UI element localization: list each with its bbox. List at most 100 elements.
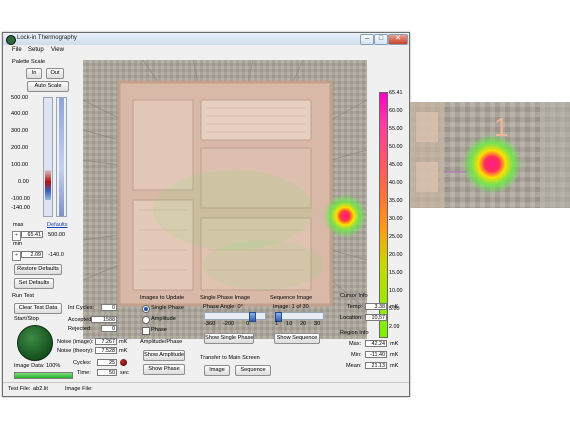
accepted-label: Accepted:	[68, 317, 93, 323]
menu-file[interactable]: File	[12, 47, 22, 53]
colorbar-label: 45.00	[389, 162, 403, 168]
status-divider	[3, 382, 409, 383]
cycle-indicator-icon	[120, 359, 127, 366]
phase-angle-slider-thumb[interactable]	[249, 312, 256, 322]
region-min-unit: mK	[390, 352, 399, 358]
single-phase-option-label: Single Phase	[151, 305, 184, 311]
transfer-sequence-button[interactable]: Sequence	[235, 365, 271, 376]
time-field[interactable]: 50	[97, 369, 117, 376]
palette-scale-label: Palette Scale	[12, 59, 45, 65]
menu-view[interactable]: View	[51, 47, 64, 53]
images-to-update-label: Images to Update	[140, 295, 185, 301]
transfer-image-button[interactable]: Image	[204, 365, 230, 376]
image-data-label: Image Data: 100%	[14, 363, 61, 369]
noise-theory-label: Noise (theory):	[57, 348, 94, 354]
min-value-field[interactable]: 2.09	[21, 251, 43, 258]
region-min-field: -11.40	[365, 351, 387, 358]
min-spinner[interactable]: ÷	[12, 251, 21, 261]
image-data-progress-fill	[15, 373, 72, 378]
start-stop-button[interactable]	[17, 325, 53, 361]
region-max-field: 42.24	[365, 340, 387, 347]
colorbar-label: 30.00	[389, 216, 403, 222]
in-button[interactable]: In	[26, 68, 42, 79]
phase-checkbox[interactable]	[142, 327, 150, 335]
scale-tick-label: -140.00	[11, 205, 30, 211]
amplitude-option-label: Amplitude	[151, 316, 176, 322]
cycles-label: Cycles:	[73, 360, 92, 366]
app-icon	[6, 35, 16, 45]
amplitude-phase-label: Amplitude/Phase	[140, 339, 183, 345]
phase-tick-label: -360	[204, 321, 216, 327]
show-single-phase-button[interactable]: Show Single Phase	[204, 333, 254, 344]
title-bar: Lock-in Thermography – □ ✕	[3, 33, 409, 45]
noise-theory-field: 7.528	[95, 347, 117, 354]
hotspot-marker	[323, 194, 367, 238]
phase-tick-label: -200	[223, 321, 235, 327]
max-default-value: 500.00	[48, 232, 66, 238]
window-title: Lock-in Thermography	[17, 35, 77, 41]
accepted-field: 1588	[91, 316, 117, 323]
noise-image-field: 7.267	[95, 338, 117, 345]
amplitude-radio[interactable]	[142, 316, 150, 324]
minimize-button[interactable]: –	[360, 34, 374, 45]
image-data-progress	[14, 372, 73, 379]
radio-selected-dot	[144, 307, 148, 311]
noise-image-unit: mK	[119, 339, 128, 345]
phase-angle-slider[interactable]	[204, 312, 266, 322]
colorbar-label: 20.00	[389, 252, 403, 258]
scale-tick-label: 200.00	[11, 145, 29, 151]
zoom-hotspot	[462, 134, 522, 194]
start-stop-label: Start/Stop	[14, 316, 39, 322]
phase-checkbox-label: Phase	[151, 327, 167, 333]
single-phase-radio[interactable]	[142, 305, 150, 313]
show-phase-button[interactable]: Show Phase	[143, 364, 185, 375]
single-phase-image-label: Single Phase Image	[200, 295, 251, 301]
scale-tick-label: 100.00	[11, 162, 29, 168]
temp-field: 3.38	[365, 303, 387, 310]
auto-scale-button[interactable]: Auto Scale	[27, 81, 69, 92]
show-amplitude-button[interactable]: Show Amplitude	[143, 350, 185, 361]
sequence-tick-label: 30	[314, 321, 321, 327]
max-spinner[interactable]: ÷	[12, 231, 21, 241]
defaults-link[interactable]: Defaults	[47, 222, 68, 228]
show-sequence-button[interactable]: Show Sequence	[274, 333, 320, 344]
sequence-image-counter: Image: 1 of 30	[273, 304, 309, 310]
sequence-slider[interactable]	[274, 312, 324, 322]
region-mean-label: Mean:	[346, 363, 362, 369]
palette-scale-axis: 500.00 400.00 300.00 200.00 100.00 0.00 …	[11, 95, 41, 215]
palette-slider-track[interactable]	[43, 97, 53, 217]
scale-tick-label: -100.00	[11, 196, 30, 202]
set-defaults-button[interactable]: Set Defaults	[14, 278, 54, 289]
scale-tick-label: 300.00	[11, 128, 29, 134]
min-default-value: -140.0	[48, 252, 64, 258]
colorbar-label: 65.41	[389, 90, 403, 96]
noise-image-label: Noise (image):	[57, 339, 94, 345]
phase-tick-label: 0	[246, 321, 250, 327]
cursor-info-label: Cursor Info	[340, 293, 368, 299]
menu-setup[interactable]: Setup	[28, 47, 44, 53]
cycles-field[interactable]: 25	[97, 359, 117, 366]
close-button[interactable]: ✕	[388, 34, 408, 45]
colorbar-label: 2.09	[389, 324, 400, 330]
app-window: Lock-in Thermography – □ ✕ File Setup Vi…	[2, 32, 410, 397]
restore-defaults-button[interactable]: Restore Defaults	[14, 264, 62, 275]
int-cycles-field[interactable]: 0	[101, 304, 117, 311]
location-label: Location:	[340, 315, 363, 321]
temp-label: Temp:	[347, 304, 363, 310]
region-info-label: Region Info	[340, 330, 369, 336]
scale-tick-label: 500.00	[11, 95, 29, 101]
colorbar-label: 50.00	[389, 144, 403, 150]
region-mean-unit: mK	[390, 363, 399, 369]
max-label: max	[13, 222, 24, 228]
max-value-field[interactable]: 65.41	[21, 231, 43, 238]
out-button[interactable]: Out	[46, 68, 64, 79]
colorbar-label: 15.00	[389, 270, 403, 276]
int-cycles-label: Int Cycles:	[68, 305, 95, 311]
zoom-inset: 1	[410, 102, 570, 208]
maximize-button[interactable]: □	[374, 34, 388, 45]
time-label: Time:	[77, 370, 91, 376]
palette-range-track[interactable]	[56, 97, 67, 217]
region-min-label: Min:	[351, 352, 362, 358]
noise-theory-unit: mK	[119, 348, 128, 354]
clear-test-data-button[interactable]: Clear Test Data	[14, 303, 62, 314]
